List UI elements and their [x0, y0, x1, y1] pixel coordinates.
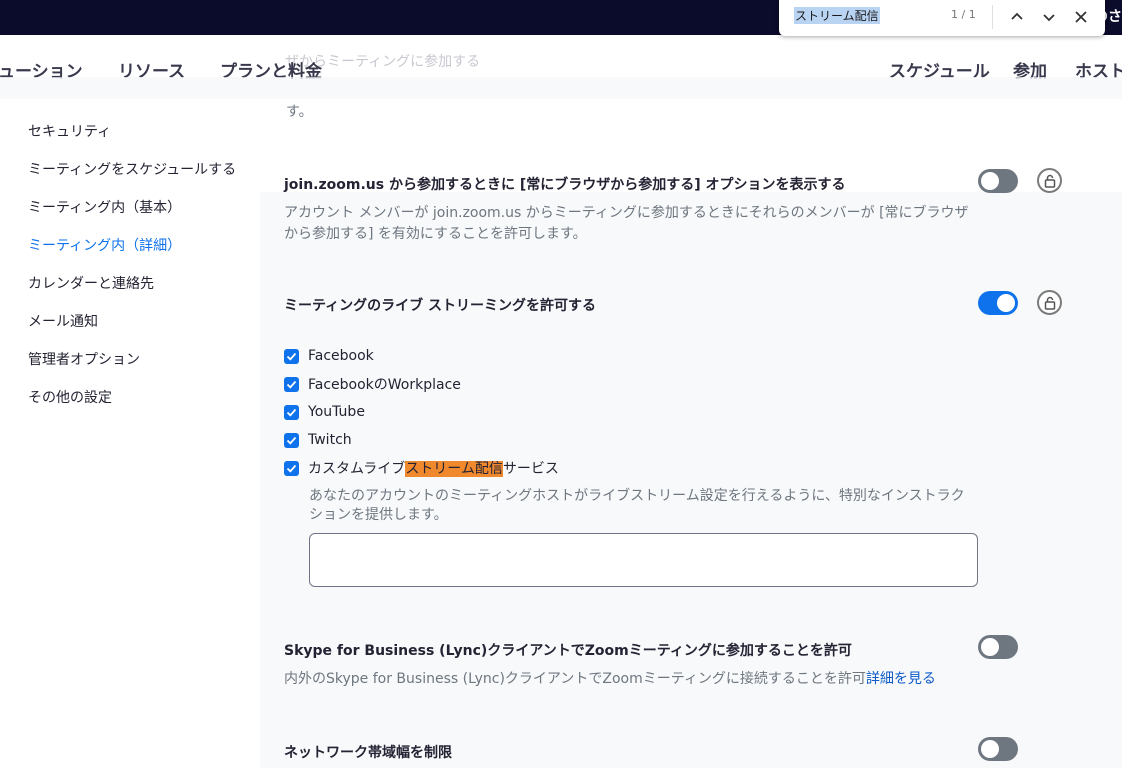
workplace-label: FacebookのWorkplace: [308, 377, 461, 393]
find-next-button[interactable]: [1036, 4, 1062, 30]
join-browser-title: join.zoom.us から参加するときに [常にブラウザから参加する] オプ…: [284, 177, 846, 193]
toggle-knob: [981, 172, 999, 190]
join-browser-desc-line1: アカウント メンバーが join.zoom.us からミーティングに参加するとき…: [284, 205, 969, 221]
custom-streaming-instructions-textarea[interactable]: [309, 533, 978, 587]
nav-shade: [0, 77, 1122, 99]
custom-streaming-prefix: カスタムライブ: [308, 461, 406, 477]
sidebar-item-security[interactable]: セキュリティ: [28, 121, 111, 141]
previous-setting-desc: す。: [286, 104, 313, 120]
join-browser-toggle[interactable]: [978, 169, 1018, 193]
sidebar-item-schedule-meeting[interactable]: ミーティングをスケジュールする: [28, 159, 236, 179]
close-icon: [1075, 11, 1087, 23]
youtube-label: YouTube: [308, 404, 365, 420]
join-browser-desc-line2: から参加する] を有効にすることを許可します。: [284, 226, 587, 242]
sidebar-item-in-meeting-basic[interactable]: ミーティング内（基本）: [28, 197, 181, 217]
option-workplace: FacebookのWorkplace: [284, 375, 461, 393]
bandwidth-title: ネットワーク帯域幅を制限: [284, 745, 452, 761]
custom-streaming-desc-line1: あなたのアカウントのミーティングホストがライブストリーム設定を行えるように、特別…: [309, 488, 965, 504]
find-bar: ストリーム配信 1 / 1: [779, 0, 1105, 36]
facebook-checkbox[interactable]: [284, 348, 299, 364]
twitch-label: Twitch: [308, 432, 352, 448]
find-close-button[interactable]: [1068, 4, 1094, 30]
toggle-knob: [981, 740, 999, 758]
sidebar-item-in-meeting-advanced[interactable]: ミーティング内（詳細）: [28, 235, 181, 255]
twitch-checkbox[interactable]: [284, 432, 299, 448]
join-browser-lock-button[interactable]: [1037, 168, 1062, 193]
checkmark-icon: [286, 464, 297, 473]
skype-desc-text: 内外のSkype for Business (Lync)クライアントでZoomミ…: [284, 671, 866, 687]
lock-icon: [1044, 296, 1055, 310]
live-streaming-lock-button[interactable]: [1037, 290, 1062, 315]
sidebar-item-email-notification[interactable]: メール通知: [28, 311, 98, 331]
skype-desc: 内外のSkype for Business (Lync)クライアントでZoomミ…: [284, 669, 936, 690]
toggle-knob: [981, 638, 999, 656]
custom-streaming-suffix: サービス: [502, 461, 559, 477]
chevron-down-icon: [1043, 14, 1055, 22]
sidebar-item-admin-options[interactable]: 管理者オプション: [28, 349, 140, 369]
checkmark-icon: [286, 380, 297, 389]
toggle-knob: [997, 294, 1015, 312]
facebook-label: Facebook: [308, 348, 374, 364]
custom-streaming-label: カスタムライブストリーム配信サービス: [308, 458, 559, 478]
option-facebook: Facebook: [284, 347, 374, 365]
lock-icon: [1044, 174, 1055, 188]
checkmark-icon: [286, 352, 297, 361]
option-custom-streaming: カスタムライブストリーム配信サービス: [284, 459, 559, 477]
checkmark-icon: [286, 408, 297, 417]
chevron-up-icon: [1011, 12, 1023, 20]
find-input[interactable]: ストリーム配信: [794, 7, 880, 24]
sidebar-item-calendar-contacts[interactable]: カレンダーと連絡先: [28, 273, 154, 293]
skype-details-link[interactable]: 詳細を見る: [866, 671, 936, 687]
live-streaming-toggle[interactable]: [978, 291, 1018, 315]
sidebar-item-other-settings[interactable]: その他の設定: [28, 387, 112, 407]
live-streaming-title: ミーティングのライブ ストリーミングを許可する: [284, 298, 597, 314]
workplace-checkbox[interactable]: [284, 376, 299, 392]
skype-title: Skype for Business (Lync)クライアントでZoomミーティ…: [284, 643, 852, 659]
find-divider: [992, 5, 993, 29]
skype-toggle[interactable]: [978, 635, 1018, 659]
youtube-checkbox[interactable]: [284, 404, 299, 420]
find-highlight: ストリーム配信: [405, 461, 503, 477]
find-match-count: 1 / 1: [951, 8, 976, 21]
custom-streaming-checkbox[interactable]: [284, 460, 299, 476]
find-prev-button[interactable]: [1004, 4, 1030, 30]
option-twitch: Twitch: [284, 431, 352, 449]
checkmark-icon: [286, 436, 297, 445]
option-youtube: YouTube: [284, 403, 365, 421]
custom-streaming-desc-line2: ションを提供します。: [309, 507, 448, 523]
bandwidth-toggle[interactable]: [978, 737, 1018, 761]
